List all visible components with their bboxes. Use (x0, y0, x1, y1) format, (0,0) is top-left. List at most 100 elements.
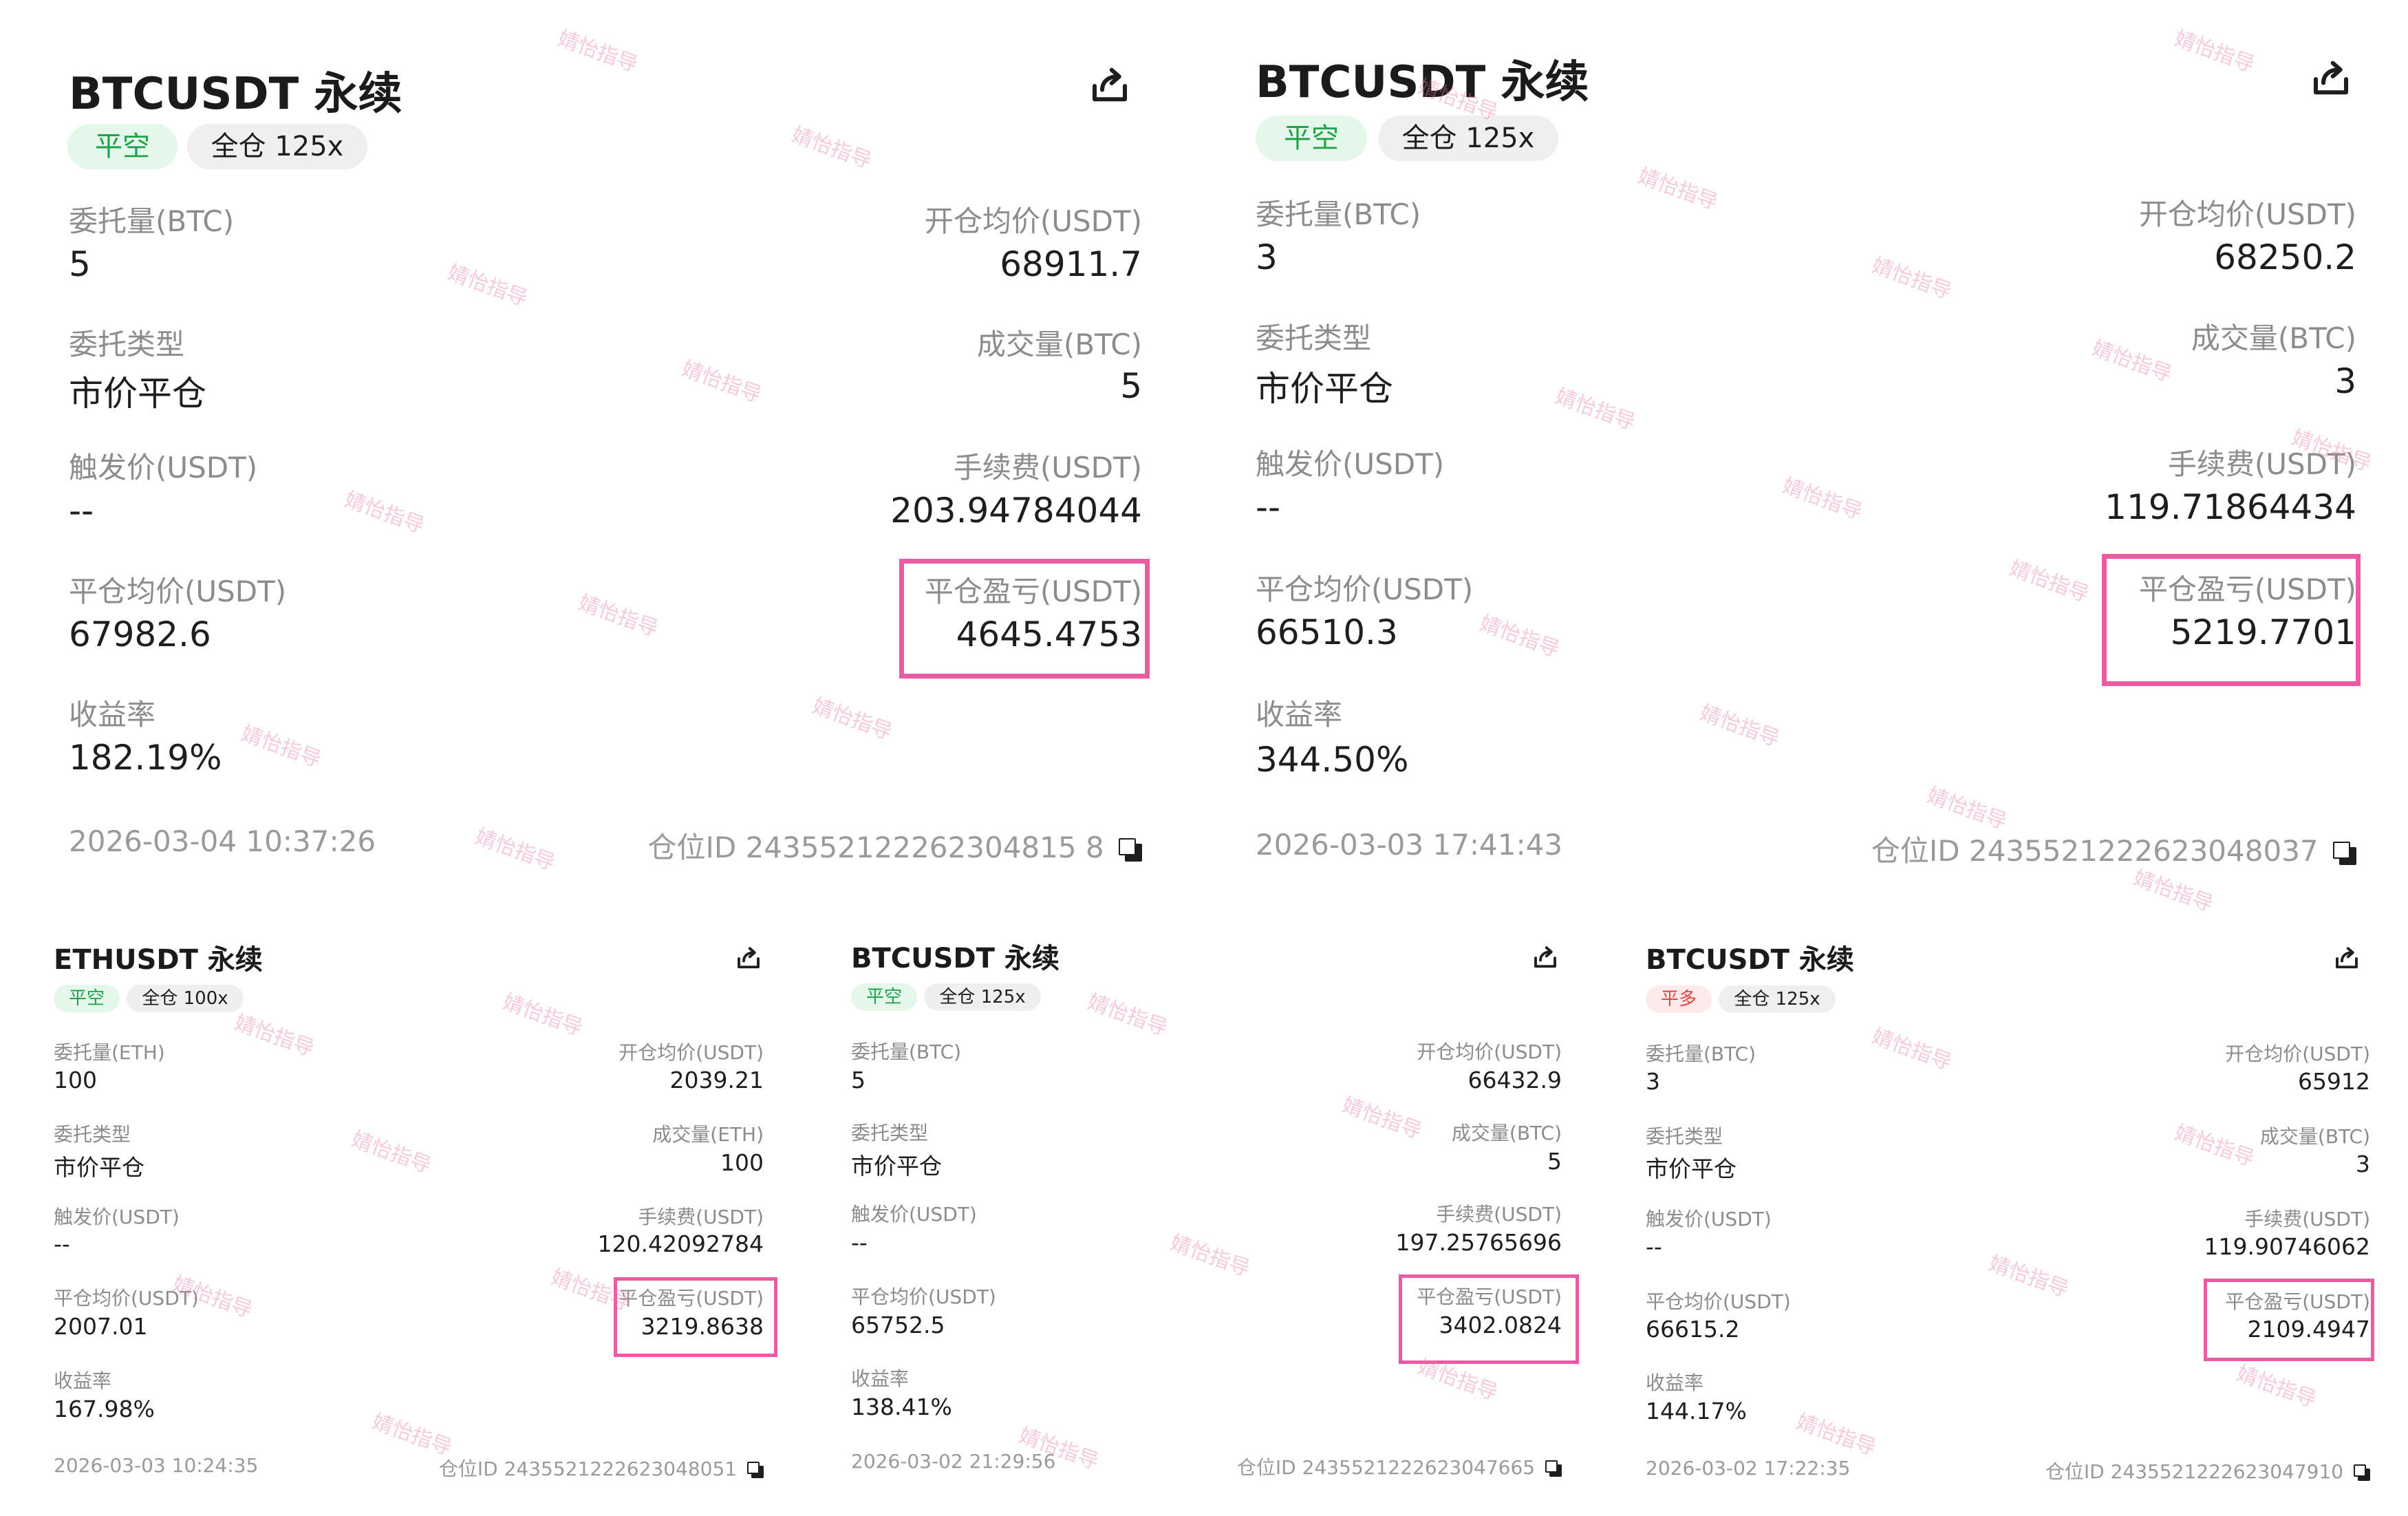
side-badge: 平多 (1646, 985, 1712, 1013)
trigger-price-value: -- (69, 491, 94, 531)
trigger-price-value: -- (1256, 487, 1281, 527)
timestamp: 2026-03-02 21:29:56 (851, 1450, 1056, 1473)
share-icon[interactable] (1087, 63, 1132, 109)
filled-label: 成交量(BTC) (976, 328, 1142, 361)
position-id: 仓位ID 2435521222623048051 (351, 1454, 764, 1482)
open-avg-price-value: 65912 (2298, 1068, 2370, 1095)
filled-label: 成交量(BTC) (2191, 321, 2356, 355)
share-icon[interactable] (2308, 56, 2354, 102)
position-id-value: 2435521222623047910 (2110, 1460, 2344, 1483)
pnl-highlight-box (899, 559, 1150, 679)
order-qty-value: 3 (1646, 1068, 1660, 1095)
card-title: BTCUSDT 永续 (1646, 944, 1854, 976)
timestamp: 2026-03-03 10:24:35 (54, 1454, 259, 1477)
order-qty-value: 100 (54, 1067, 97, 1093)
position-id: 仓位ID 243552122262304815 8 (557, 824, 1142, 866)
return-rate-label: 收益率 (851, 1367, 910, 1390)
open-avg-price-label: 开仓均价(USDT) (1417, 1040, 1562, 1063)
copy-icon[interactable] (1545, 1460, 1562, 1477)
filled-value: 3 (2356, 1151, 2370, 1177)
return-rate-label: 收益率 (54, 1369, 112, 1392)
return-rate-label: 收益率 (69, 698, 156, 732)
copy-icon[interactable] (1119, 837, 1142, 862)
trigger-price-value: -- (851, 1229, 868, 1256)
open-avg-price-label: 开仓均价(USDT) (619, 1041, 764, 1064)
share-icon[interactable] (734, 944, 763, 973)
card-title: BTCUSDT 永续 (69, 69, 402, 120)
filled-value: 100 (720, 1149, 764, 1176)
position-id-prefix: 仓位ID (647, 831, 746, 864)
fee-label: 手续费(USDT) (953, 451, 1142, 484)
trade-card-4: BTCUSDT 永续 平空 全仓 125x 委托量(BTC) 5 委托类型 市价… (815, 912, 1586, 1504)
pnl-highlight-box (2204, 1279, 2374, 1361)
fee-label: 手续费(USDT) (2244, 1208, 2370, 1230)
return-rate-label: 收益率 (1256, 698, 1343, 732)
order-qty-label: 委托量(BTC) (1646, 1043, 1756, 1065)
trigger-price-label: 触发价(USDT) (1256, 447, 1445, 481)
copy-icon[interactable] (747, 1462, 764, 1478)
side-badge: 平空 (851, 983, 917, 1011)
filled-label: 成交量(ETH) (652, 1123, 764, 1146)
trigger-price-label: 触发价(USDT) (1646, 1208, 1772, 1230)
order-type-label: 委托类型 (69, 328, 185, 361)
position-id-prefix: 仓位ID (1236, 1456, 1302, 1479)
order-qty-label: 委托量(BTC) (69, 204, 235, 238)
fee-label: 手续费(USDT) (1436, 1203, 1562, 1226)
trigger-price-value: -- (54, 1230, 70, 1257)
order-qty-label: 委托量(BTC) (851, 1040, 962, 1063)
order-type-value: 市价平仓 (69, 374, 206, 414)
filled-label: 成交量(BTC) (1451, 1122, 1562, 1144)
order-type-value: 市价平仓 (1256, 369, 1393, 409)
trigger-price-value: -- (1646, 1233, 1662, 1260)
share-icon[interactable] (2332, 944, 2361, 973)
open-avg-price-value: 2039.21 (669, 1067, 764, 1093)
position-id-value: 243552122262304815 8 (745, 831, 1104, 864)
card-title: ETHUSDT 永续 (54, 944, 263, 976)
pnl-highlight-box (2102, 554, 2361, 686)
open-avg-price-label: 开仓均价(USDT) (2138, 197, 2356, 231)
order-type-value: 市价平仓 (851, 1153, 942, 1179)
open-avg-price-label: 开仓均价(USDT) (2225, 1043, 2370, 1065)
position-id-value: 2435521222623048051 (504, 1458, 738, 1480)
margin-badge: 全仓 125x (1719, 985, 1836, 1013)
position-id-value: 2435521222623047665 (1302, 1456, 1536, 1479)
close-avg-price-value: 65752.5 (851, 1312, 945, 1338)
order-qty-value: 5 (851, 1067, 866, 1093)
return-rate-value: 138.41% (851, 1394, 952, 1420)
timestamp: 2026-03-04 10:37:26 (69, 824, 376, 858)
trade-card-1: BTCUSDT 永续 平空 全仓 125x 委托量(BTC) 5 委托类型 市价… (7, 14, 1170, 901)
margin-badge: 全仓 125x (1378, 116, 1558, 161)
trade-card-3: ETHUSDT 永续 平空 全仓 100x 委托量(ETH) 100 委托类型 … (21, 912, 788, 1504)
margin-badge: 全仓 100x (127, 985, 244, 1012)
close-avg-price-label: 平仓均价(USDT) (1646, 1290, 1791, 1313)
copy-icon[interactable] (2354, 1464, 2370, 1481)
order-type-label: 委托类型 (851, 1122, 929, 1144)
fee-label: 手续费(USDT) (638, 1206, 764, 1228)
fee-value: 119.71864434 (2105, 487, 2356, 527)
position-id: 仓位ID 2435521222623048037 (1772, 828, 2356, 870)
fee-label: 手续费(USDT) (2167, 447, 2356, 481)
share-icon[interactable] (1531, 943, 1560, 972)
return-rate-label: 收益率 (1646, 1371, 1704, 1394)
order-qty-value: 5 (69, 244, 91, 284)
card-title: BTCUSDT 永续 (1256, 57, 1589, 108)
close-avg-price-label: 平仓均价(USDT) (54, 1287, 199, 1310)
margin-badge: 全仓 125x (187, 124, 367, 169)
close-avg-price-value: 67982.6 (69, 615, 211, 654)
filled-label: 成交量(BTC) (2259, 1125, 2370, 1148)
copy-icon[interactable] (2333, 841, 2356, 865)
trigger-price-label: 触发价(USDT) (851, 1203, 977, 1226)
timestamp: 2026-03-02 17:22:35 (1646, 1457, 1851, 1480)
return-rate-value: 344.50% (1256, 740, 1409, 780)
position-id: 仓位ID 2435521222623047665 (1146, 1453, 1562, 1480)
close-avg-price-label: 平仓均价(USDT) (851, 1285, 996, 1308)
order-type-value: 市价平仓 (1646, 1155, 1737, 1182)
fee-value: 119.90746062 (2204, 1233, 2370, 1260)
position-id-prefix: 仓位ID (438, 1458, 504, 1480)
filled-value: 3 (2334, 361, 2356, 401)
open-avg-price-value: 68911.7 (1000, 244, 1142, 284)
timestamp: 2026-03-03 17:41:43 (1256, 828, 1563, 862)
position-id-prefix: 仓位ID (1871, 834, 1969, 868)
close-avg-price-label: 平仓均价(USDT) (1256, 573, 1474, 606)
close-avg-price-value: 2007.01 (54, 1313, 148, 1340)
